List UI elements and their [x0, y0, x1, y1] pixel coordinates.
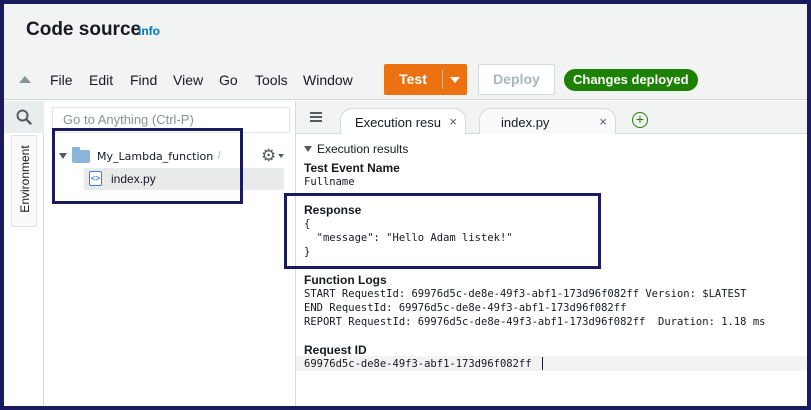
folder-expand-caret-icon[interactable]	[59, 153, 67, 159]
gear-dropdown-caret-icon[interactable]	[278, 154, 284, 158]
collapse-caret-icon[interactable]	[304, 146, 312, 152]
response-line: }	[304, 246, 311, 258]
response-title: Response	[304, 203, 362, 217]
page-title: Code source	[26, 19, 142, 40]
folder-name: My_Lambda_function	[97, 150, 214, 163]
status-badge: Changes deployed	[564, 69, 698, 91]
test-button-divider	[442, 70, 443, 89]
tab-list-icon[interactable]	[310, 112, 322, 122]
gear-icon[interactable]: ⚙	[261, 146, 276, 166]
deploy-button[interactable]: Deploy	[478, 64, 555, 95]
menu-window[interactable]: Window	[303, 72, 353, 88]
code-source-panel: Code source Info File Edit Find View Go …	[4, 4, 807, 406]
test-dropdown-caret-icon[interactable]	[450, 77, 460, 83]
menu-file[interactable]: File	[50, 72, 73, 88]
folder-icon	[72, 147, 90, 163]
test-button[interactable]: Test	[384, 64, 467, 95]
close-icon[interactable]: ×	[599, 114, 607, 129]
response-line: "message": "Hello Adam listek!"	[304, 232, 513, 244]
test-button-label: Test	[399, 71, 427, 87]
search-icon[interactable]	[16, 109, 32, 125]
close-icon[interactable]: ×	[449, 114, 457, 129]
log-line: END RequestId: 69976d5c-de8e-49f3-abf1-1…	[304, 302, 627, 314]
tree-file-row[interactable]: <> index.py	[84, 168, 284, 190]
request-id-title: Request ID	[304, 343, 367, 357]
collapse-up-icon[interactable]	[19, 76, 31, 83]
log-line: START RequestId: 69976d5c-de8e-49f3-abf1…	[304, 288, 747, 300]
function-logs-title: Function Logs	[304, 273, 387, 287]
editor-toolbar: File Edit Find View Go Tools Window Test…	[4, 62, 807, 100]
menu-edit[interactable]: Edit	[89, 72, 113, 88]
panel-header: Code source Info	[4, 4, 807, 62]
environment-tab-label: Environment	[18, 145, 32, 213]
execution-results-header[interactable]: Execution results	[304, 142, 408, 156]
add-tab-plus-icon[interactable]: +	[632, 112, 648, 128]
text-cursor	[542, 357, 543, 370]
execution-results-label: Execution results	[317, 142, 409, 156]
test-event-value: Fullname	[304, 176, 355, 188]
python-file-icon: <>	[89, 171, 102, 186]
environment-tab[interactable]: Environment	[11, 135, 37, 227]
tab-label: Execution results	[355, 115, 441, 130]
response-line: {	[304, 218, 311, 230]
test-event-title: Test Event Name	[304, 161, 400, 175]
menu-find[interactable]: Find	[130, 72, 157, 88]
menu-view[interactable]: View	[173, 72, 203, 88]
folder-path-suffix: - /	[211, 150, 221, 162]
tab-label: index.py	[501, 115, 550, 130]
menu-tools[interactable]: Tools	[255, 72, 288, 88]
info-link[interactable]: Info	[138, 24, 160, 38]
tab-index-py[interactable]: index.py ×	[479, 108, 616, 134]
request-id-value[interactable]: 69976d5c-de8e-49f3-abf1-173d96f082ff	[304, 357, 532, 371]
file-tree: My_Lambda_function - / <> index.py	[44, 136, 294, 406]
menu-go[interactable]: Go	[219, 72, 238, 88]
goto-anything-input[interactable]: Go to Anything (Ctrl-P)	[52, 107, 290, 133]
execution-results-panel: Execution results Test Event Name Fullna…	[296, 135, 807, 406]
editor-tab-bar: Execution results × index.py × +	[296, 101, 807, 134]
file-name: index.py	[111, 172, 156, 186]
tab-execution-results[interactable]: Execution results ×	[340, 108, 466, 134]
log-line: REPORT RequestId: 69976d5c-de8e-49f3-abf…	[304, 316, 766, 328]
rail-search-area[interactable]	[4, 101, 44, 133]
left-rail: Environment	[4, 101, 44, 406]
